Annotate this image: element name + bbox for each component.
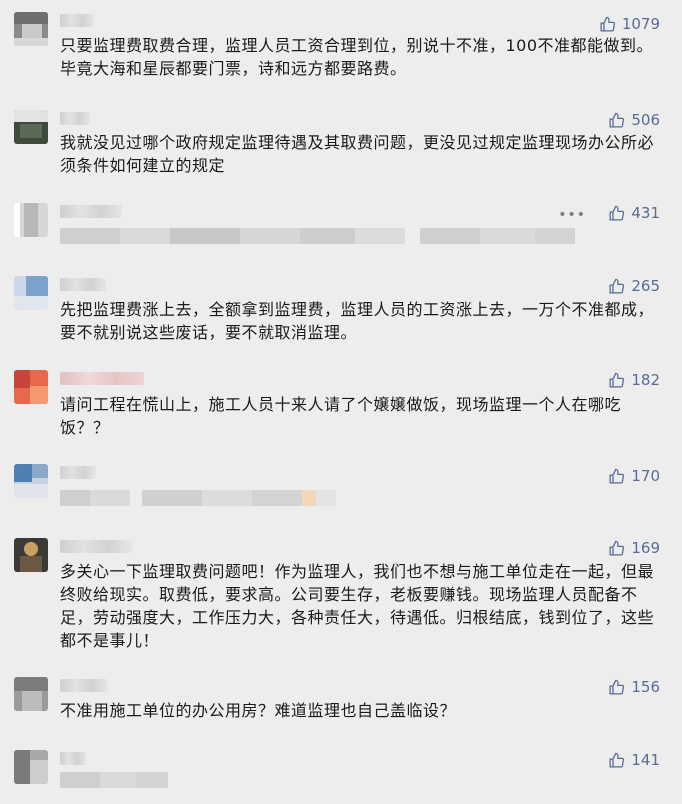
blurred-comment-text [60, 490, 336, 506]
like-button[interactable]: 265 [608, 276, 660, 296]
like-count: 141 [631, 751, 660, 769]
thumbs-up-icon [600, 16, 615, 32]
like-button[interactable]: 182 [608, 370, 660, 390]
more-options-button[interactable]: ••• [558, 207, 586, 223]
like-count: 169 [631, 539, 660, 557]
like-button[interactable]: 169 [608, 538, 660, 558]
username-blurred[interactable] [60, 752, 86, 765]
like-button[interactable]: 141 [608, 750, 660, 770]
like-count: 431 [631, 204, 660, 222]
username-blurred[interactable] [60, 205, 122, 218]
username-blurred[interactable] [60, 372, 144, 385]
thumbs-up-icon [609, 205, 625, 221]
thumbs-up-icon [609, 372, 625, 388]
avatar[interactable] [14, 203, 48, 237]
username-blurred[interactable] [60, 112, 90, 125]
like-button[interactable]: 1079 [599, 14, 660, 34]
blurred-comment-text [60, 228, 575, 244]
avatar[interactable] [14, 464, 48, 498]
comment-text: 只要监理费取费合理，监理人员工资合理到位，别说十不准，100不准都能做到。毕竟大… [60, 36, 654, 78]
comment-text: 请问工程在慌山上，施工人员十来人请了个嬢嬢做饭，现场监理一个人在哪吃饭？？ [60, 395, 622, 437]
thumbs-up-icon [609, 752, 625, 768]
thumbs-up-icon [609, 540, 625, 556]
comment-text: 先把监理费涨上去，全额拿到监理费，监理人员的工资涨上去，一万个不准都成，要不就别… [60, 300, 655, 342]
avatar[interactable] [14, 276, 48, 310]
like-count: 182 [631, 371, 660, 389]
username-blurred[interactable] [60, 540, 132, 553]
username-blurred[interactable] [60, 466, 96, 479]
avatar[interactable] [14, 677, 48, 711]
avatar[interactable] [14, 538, 48, 572]
username-blurred[interactable] [60, 14, 94, 27]
like-button[interactable]: 506 [608, 110, 660, 130]
username-blurred[interactable] [60, 679, 108, 692]
username-blurred[interactable] [60, 278, 106, 291]
like-button[interactable]: 156 [608, 677, 660, 697]
like-count: 265 [631, 277, 660, 295]
thumbs-up-icon [609, 112, 625, 128]
blurred-comment-text [60, 772, 168, 788]
avatar[interactable] [14, 110, 48, 144]
comment-text: 我就没见过哪个政府规定监理待遇及其取费问题，更没见过规定监理现场办公所必须条件如… [60, 133, 655, 175]
like-button[interactable]: 431 [608, 203, 660, 223]
thumbs-up-icon [609, 278, 625, 294]
comment-text: 不准用施工单位的办公用房？难道监理也自己盖临设？ [60, 701, 457, 720]
avatar[interactable] [14, 12, 48, 46]
like-count: 506 [631, 111, 660, 129]
thumbs-up-icon [609, 468, 625, 484]
avatar[interactable] [14, 750, 48, 784]
like-count: 170 [631, 467, 660, 485]
like-count: 1079 [621, 15, 660, 33]
avatar[interactable] [14, 370, 48, 404]
comment-text: 多关心一下监理取费问题吧！作为监理人，我们也不想与施工单位走在一起，但最终败给现… [60, 562, 655, 650]
thumbs-up-icon [609, 679, 625, 695]
like-button[interactable]: 170 [608, 466, 660, 486]
like-count: 156 [631, 678, 660, 696]
